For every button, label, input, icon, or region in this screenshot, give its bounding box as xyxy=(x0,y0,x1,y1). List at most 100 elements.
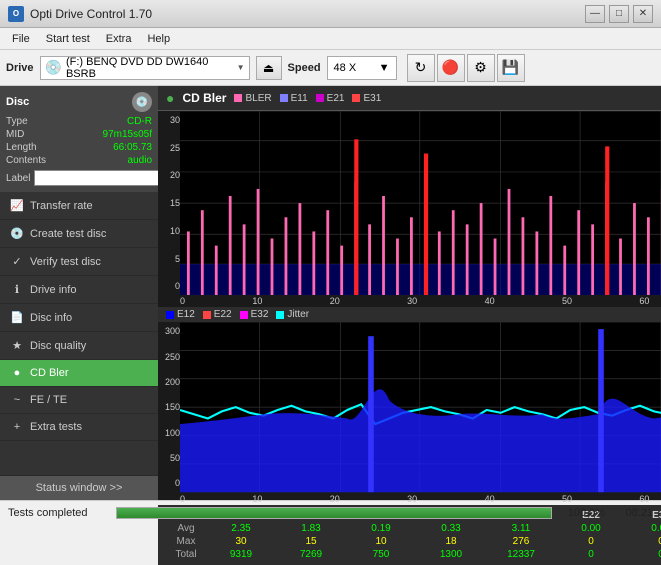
x-axis-labels: 0 10 20 30 40 50 60 70 80 min xyxy=(180,295,661,307)
bottom-chart-area xyxy=(180,322,661,492)
y-axis-left-top: 30 25 20 15 10 5 0 xyxy=(158,111,180,295)
e12-color-dot xyxy=(166,311,174,319)
bottom-x-axis: 0 10 20 30 40 50 60 70 80 min xyxy=(180,493,661,505)
top-chart-area xyxy=(180,111,661,295)
maximize-button[interactable]: □ xyxy=(609,5,629,23)
sidebar-item-create-test-disc[interactable]: 💿 Create test disc xyxy=(0,220,158,248)
create-test-disc-icon: 💿 xyxy=(10,227,24,240)
window-controls[interactable]: — □ ✕ xyxy=(585,5,653,23)
progress-bar-container xyxy=(116,507,552,519)
sidebar-item-extra-tests[interactable]: + Extra tests xyxy=(0,414,158,441)
legend-e11: E11 xyxy=(280,93,308,104)
bler-legend-label: BLER xyxy=(245,93,271,104)
e21-color-dot xyxy=(316,94,324,102)
bottom-chart: 300 250 200 150 100 50 0 xyxy=(158,322,661,492)
speed-label: Speed xyxy=(288,62,321,74)
main-layout: Disc 💿 Type CD-R MID 97m15s05f Length 66… xyxy=(0,86,661,500)
legend-e21: E21 xyxy=(316,93,345,104)
sidebar-item-disc-info-label: Disc info xyxy=(30,312,72,324)
title-bar: O Opti Drive Control 1.70 — □ ✕ xyxy=(0,0,661,28)
length-value: 66:05.73 xyxy=(113,142,152,153)
save-icon[interactable]: 💾 xyxy=(497,54,525,82)
app-icon: O xyxy=(8,6,24,22)
sidebar-item-disc-quality-label: Disc quality xyxy=(30,340,86,352)
disc-quality-icon: ★ xyxy=(10,339,24,352)
mid-label: MID xyxy=(6,129,24,140)
status-window-button[interactable]: Status window >> xyxy=(0,475,158,500)
sidebar-item-cd-bler[interactable]: ● CD Bler xyxy=(0,360,158,387)
top-chart: 30 25 20 15 10 5 0 xyxy=(158,111,661,295)
settings-icon[interactable]: ⚙ xyxy=(467,54,495,82)
app-title: Opti Drive Control 1.70 xyxy=(30,7,152,21)
menu-file[interactable]: File xyxy=(4,31,38,47)
legend-e31: E31 xyxy=(352,93,381,104)
sidebar-item-disc-quality[interactable]: ★ Disc quality xyxy=(0,332,158,360)
sidebar-item-transfer-rate[interactable]: 📈 Transfer rate xyxy=(0,192,158,220)
menu-extra[interactable]: Extra xyxy=(98,31,140,47)
top-chart-svg xyxy=(180,111,661,295)
stats-avg-row: Avg 2.35 1.83 0.19 0.33 3.11 0.00 0.00 1… xyxy=(166,522,661,535)
status-time: 08:21 xyxy=(613,507,653,519)
close-button[interactable]: ✕ xyxy=(633,5,653,23)
content-area: ● CD Bler BLER E11 E21 E31 xyxy=(158,86,661,500)
drive-icon: 💿 xyxy=(45,59,62,76)
menu-start-test[interactable]: Start test xyxy=(38,31,98,47)
eject-button[interactable]: ⏏ xyxy=(256,56,282,80)
drive-info-icon: ℹ xyxy=(10,283,24,296)
menu-bar: File Start test Extra Help xyxy=(0,28,661,50)
legend-e32: E32 xyxy=(240,309,269,320)
bottom-chart-legend: E12 E22 E32 Jitter xyxy=(158,307,661,322)
sidebar-item-cd-bler-label: CD Bler xyxy=(30,367,69,379)
y-axis-left-bottom: 300 250 200 150 100 50 0 xyxy=(158,322,180,492)
burn-icon[interactable]: 🔴 xyxy=(437,54,465,82)
disc-panel: Disc 💿 Type CD-R MID 97m15s05f Length 66… xyxy=(0,86,158,192)
drive-select[interactable]: 💿 (F:) BENQ DVD DD DW1640 BSRB ▼ xyxy=(40,56,250,80)
label-input[interactable] xyxy=(34,170,168,186)
sidebar-item-extra-tests-label: Extra tests xyxy=(30,421,82,433)
e32-legend-label: E32 xyxy=(251,309,269,320)
speed-value: 48 X xyxy=(334,62,357,74)
sidebar-item-verify-test-disc[interactable]: ✓ Verify test disc xyxy=(0,248,158,276)
disc-title: Disc xyxy=(6,96,29,108)
legend-e12: E12 xyxy=(166,309,195,320)
type-value: CD-R xyxy=(127,116,152,127)
bler-color-dot xyxy=(234,94,242,102)
e32-color-dot xyxy=(240,311,248,319)
jitter-color-dot xyxy=(276,311,284,319)
e22-legend-label: E22 xyxy=(214,309,232,320)
drive-dropdown-arrow: ▼ xyxy=(237,63,245,72)
status-percent: 100.0% xyxy=(560,507,605,519)
cd-bler-icon: ● xyxy=(10,367,24,379)
disc-info-icon: 📄 xyxy=(10,311,24,324)
mid-value: 97m15s05f xyxy=(103,129,152,140)
sidebar: Disc 💿 Type CD-R MID 97m15s05f Length 66… xyxy=(0,86,158,500)
stats-total-row: Total 9319 7269 750 1300 12337 0 0 xyxy=(166,548,661,561)
sidebar-item-disc-info[interactable]: 📄 Disc info xyxy=(0,304,158,332)
sidebar-item-transfer-rate-label: Transfer rate xyxy=(30,200,93,212)
menu-help[interactable]: Help xyxy=(139,31,178,47)
drive-label: Drive xyxy=(6,62,34,74)
minimize-button[interactable]: — xyxy=(585,5,605,23)
e22-color-dot xyxy=(203,311,211,319)
e21-legend-label: E21 xyxy=(327,93,345,104)
e31-legend-label: E31 xyxy=(363,93,381,104)
sidebar-item-fe-te[interactable]: ~ FE / TE xyxy=(0,387,158,414)
contents-label: Contents xyxy=(6,155,46,166)
e11-color-dot xyxy=(280,94,288,102)
type-label: Type xyxy=(6,116,28,127)
drive-select-text: (F:) BENQ DVD DD DW1640 BSRB xyxy=(66,56,233,80)
legend-e22: E22 xyxy=(203,309,232,320)
sidebar-item-drive-info-label: Drive info xyxy=(30,284,76,296)
sidebar-item-drive-info[interactable]: ℹ Drive info xyxy=(0,276,158,304)
transfer-rate-icon: 📈 xyxy=(10,199,24,212)
stats-max-row: Max 30 15 10 18 276 0 0 12.9% xyxy=(166,535,661,548)
fe-te-icon: ~ xyxy=(10,394,24,406)
sidebar-item-verify-test-disc-label: Verify test disc xyxy=(30,256,101,268)
verify-test-disc-icon: ✓ xyxy=(10,255,24,268)
refresh-icon[interactable]: ↻ xyxy=(407,54,435,82)
speed-select[interactable]: 48 X ▼ xyxy=(327,56,397,80)
e12-legend-label: E12 xyxy=(177,309,195,320)
sidebar-item-fe-te-label: FE / TE xyxy=(30,394,67,406)
jitter-legend-label: Jitter xyxy=(287,309,309,320)
e11-legend-label: E11 xyxy=(291,93,308,104)
